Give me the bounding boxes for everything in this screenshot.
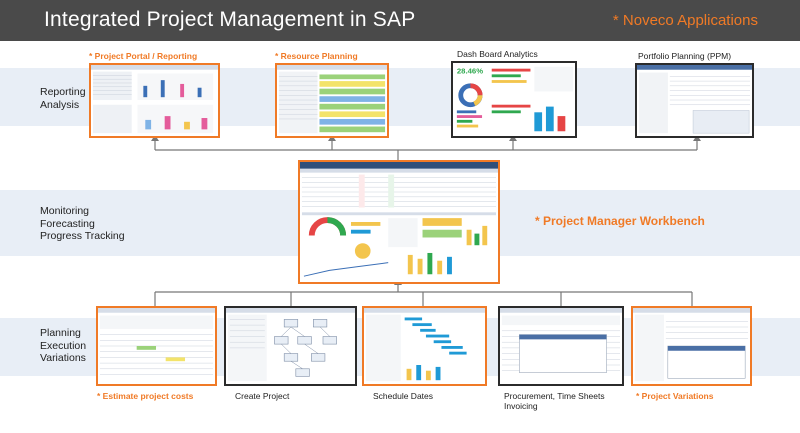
screenshot-create-project[interactable] [224,306,357,386]
caption-estimate-costs: * Estimate project costs [97,391,194,401]
caption-schedule-dates: Schedule Dates [373,391,434,401]
screenshot-project-variations[interactable] [631,306,752,386]
screenshot-schedule-dates[interactable] [362,306,487,386]
caption-resource-planning: * Resource Planning [275,51,358,61]
project-manager-workbench-label: * Project Manager Workbench [535,214,705,228]
dashboard-percent: 28.46% [457,67,483,76]
screenshot-project-portal[interactable] [89,63,220,138]
caption-project-portal: * Project Portal / Reporting [89,51,198,61]
caption-dashboard-analytics: Dash Board Analytics [457,49,538,59]
row-label-planning: Planning Execution Variations [40,327,87,364]
caption-portfolio-planning: Portfolio Planning (PPM) [638,51,732,61]
screenshot-resource-planning[interactable] [275,63,389,138]
screenshot-project-manager-workbench[interactable] [298,160,500,284]
screenshot-estimate-costs[interactable] [96,306,217,386]
caption-project-variations: * Project Variations [636,391,714,401]
screenshot-dashboard-analytics[interactable]: 28.46% [451,61,577,138]
screenshot-procurement[interactable] [498,306,624,386]
row-label-reporting: Reporting Analysis [40,86,86,111]
row-label-monitoring: Monitoring Forecasting Progress Tracking [40,205,125,242]
caption-create-project: Create Project [235,391,290,401]
header-bar: Integrated Project Management in SAP * N… [0,0,800,41]
page-title: Integrated Project Management in SAP [44,8,416,31]
caption-procurement: Procurement, Time Sheets Invoicing [504,391,605,411]
screenshot-portfolio-planning[interactable] [635,63,754,138]
brand-label: * Noveco Applications [612,12,758,29]
